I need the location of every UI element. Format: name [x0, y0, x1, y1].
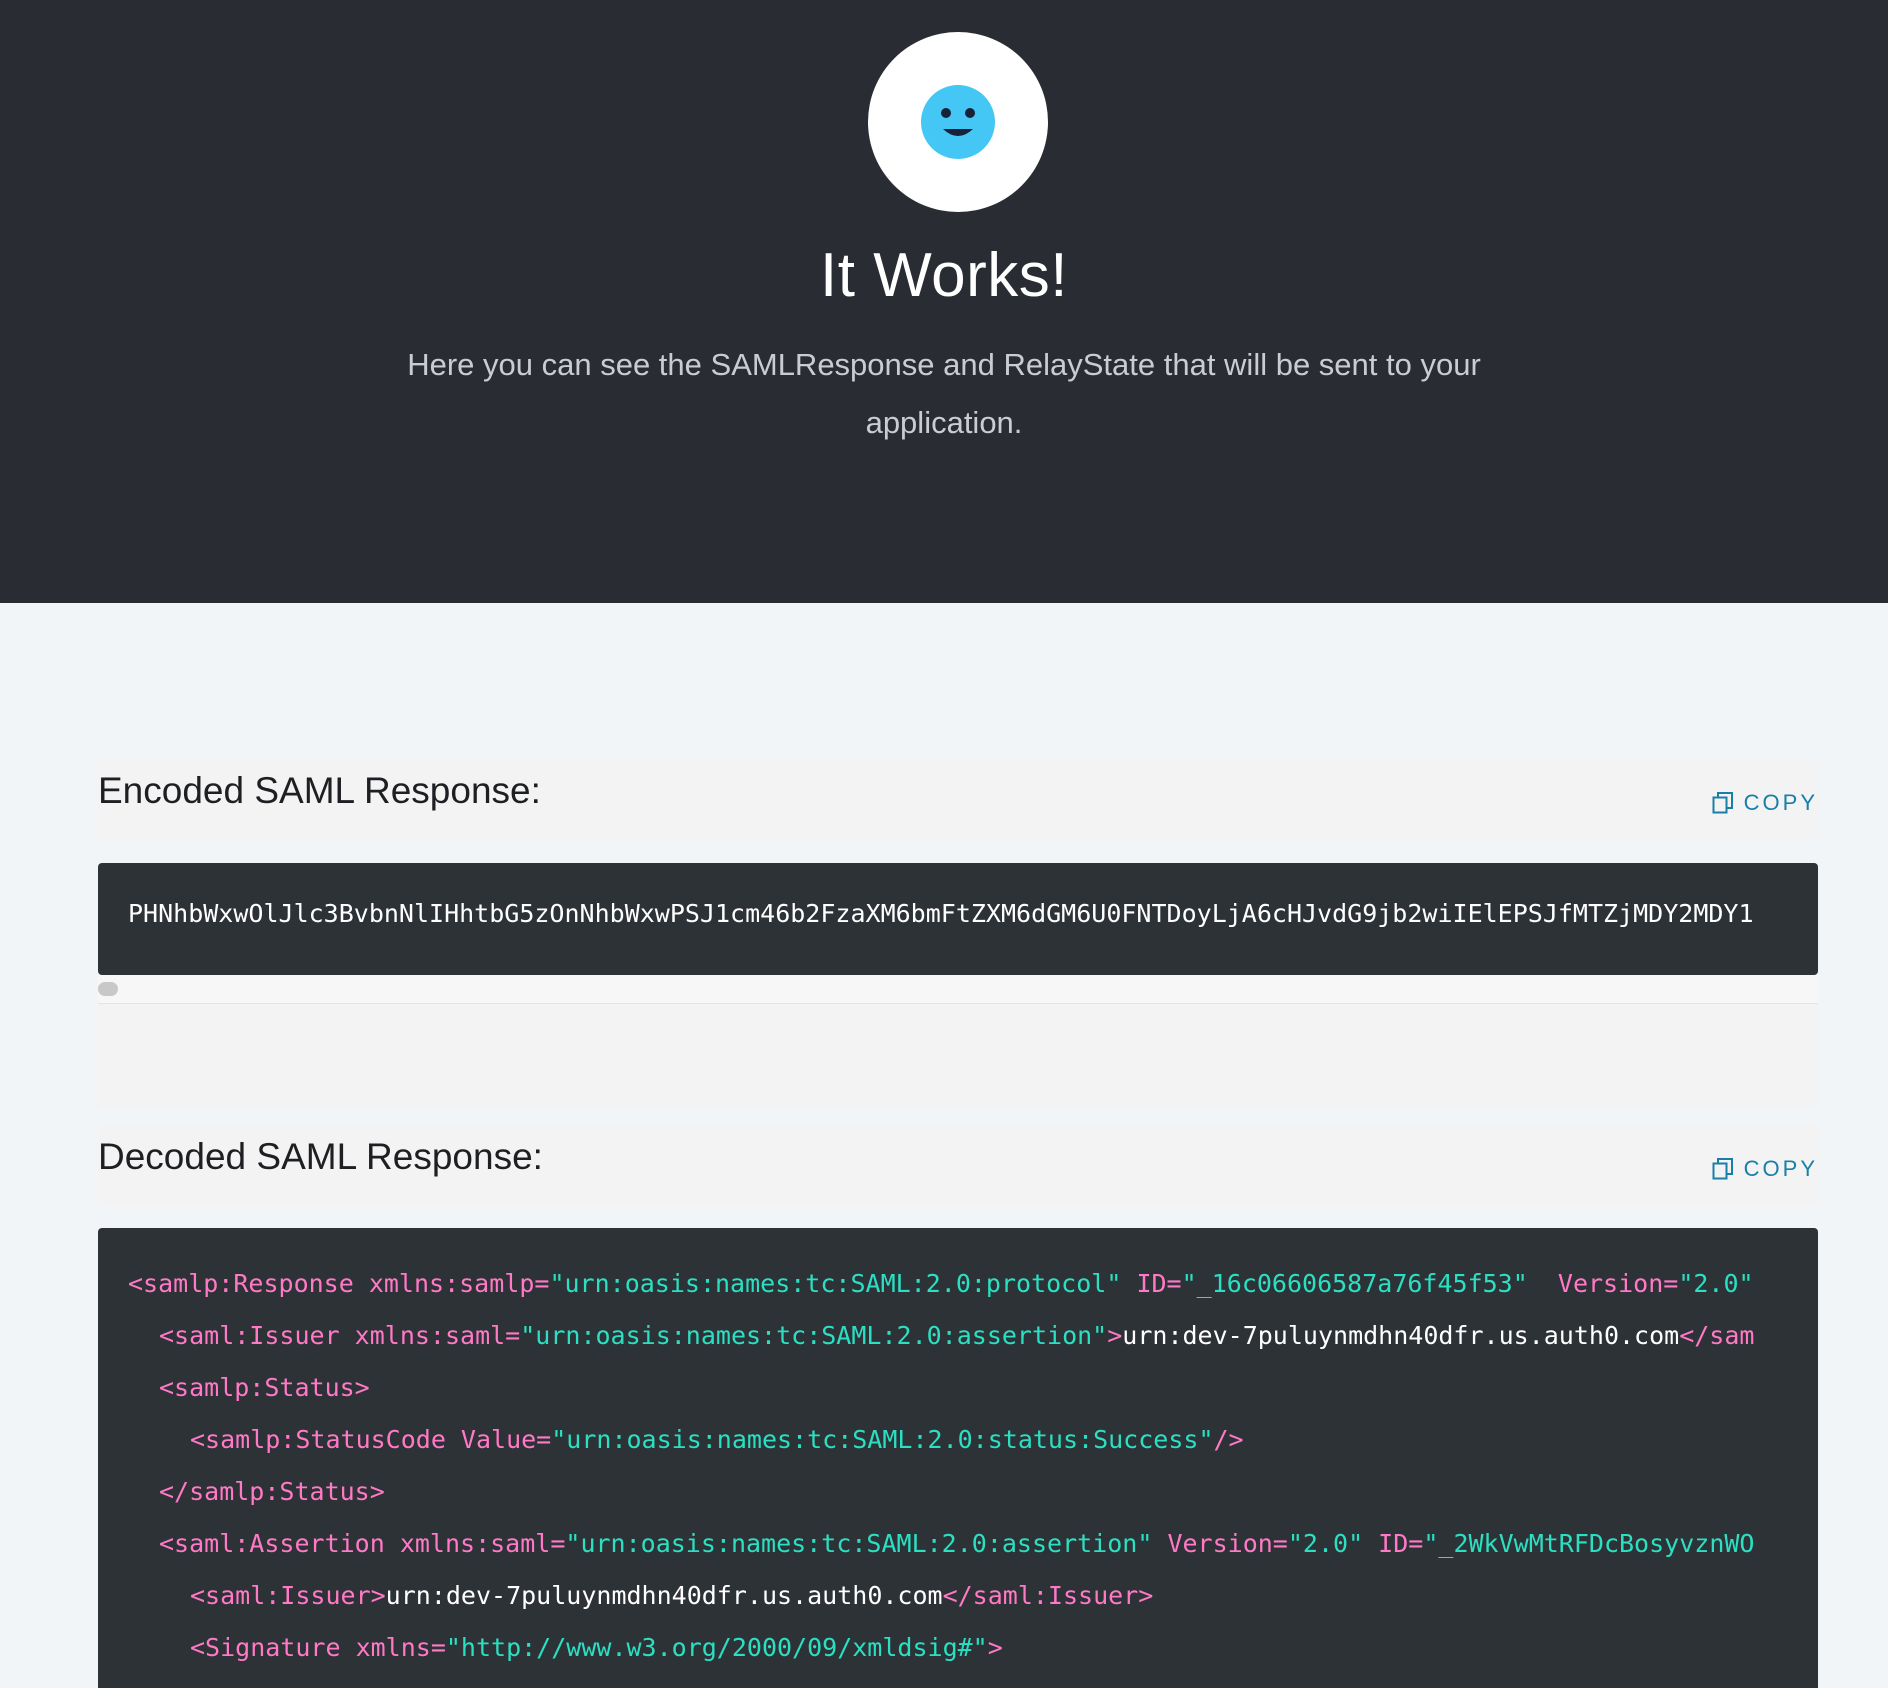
copy-encoded-label: COPY [1743, 790, 1818, 815]
xml-tag-token: <samlp:StatusCode Value= [190, 1425, 552, 1454]
xml-string-token: "urn:oasis:names:tc:SAML:2.0:assertion" [565, 1529, 1153, 1558]
xml-string-token: "urn:oasis:names:tc:SAML:2.0:status:Succ… [551, 1425, 1214, 1454]
xml-tag-token: <saml:Issuer> [190, 1581, 386, 1610]
xml-string-token: "urn:oasis:names:tc:SAML:2.0:protocol" [549, 1269, 1122, 1298]
encoded-section-title: Encoded SAML Response: [98, 770, 541, 811]
xml-string-token: "2.0" [1678, 1269, 1754, 1298]
xml-line: <samlp:Response xmlns:samlp="urn:oasis:n… [128, 1258, 1754, 1310]
encoded-section-header: Encoded SAML Response: COPY [98, 760, 1818, 840]
copy-decoded-label: COPY [1743, 1156, 1818, 1181]
xml-string-token: "2.0" [1287, 1529, 1364, 1558]
encoded-response-box[interactable]: PHNhbWxwOlJlc3BvbnNlIHhtbG5zOnNhbWxwPSJ1… [98, 863, 1818, 975]
copy-icon [1712, 1158, 1733, 1180]
xml-tag-token: <samlp:Response xmlns:samlp= [128, 1269, 550, 1298]
horizontal-scrollbar[interactable] [98, 975, 1818, 1004]
page-subtitle: Here you can see the SAMLResponse and Re… [407, 347, 1481, 440]
section-spacer [98, 1004, 1818, 1108]
xml-line: </samlp:Status> [159, 1466, 385, 1518]
xml-line: <samlp:StatusCode Value="urn:oasis:names… [190, 1414, 1244, 1466]
copy-decoded-button[interactable]: COPY [1712, 1156, 1818, 1182]
xml-tag-token: Version= [1527, 1269, 1679, 1298]
encoded-response-text: PHNhbWxwOlJlc3BvbnNlIHhtbG5zOnNhbWxwPSJ1… [128, 899, 1754, 928]
xml-string-token: "urn:oasis:names:tc:SAML:2.0:assertion" [520, 1321, 1108, 1350]
page-title: It Works! [820, 241, 1068, 310]
xml-text-token: urn:dev-7puluynmdhn40dfr.us.auth0.com [1122, 1321, 1680, 1350]
xml-line: <saml:Issuer>urn:dev-7puluynmdhn40dfr.us… [190, 1570, 1153, 1622]
decoded-response-box[interactable]: <samlp:Response xmlns:samlp="urn:oasis:n… [98, 1228, 1818, 1688]
xml-tag-token: > [1107, 1321, 1123, 1350]
xml-string-token: "_2WkVwMtRFDcBosyvznWO [1423, 1529, 1755, 1558]
xml-tag-token: ID= [1363, 1529, 1424, 1558]
avatar [868, 32, 1048, 212]
xml-tag-token: <saml:Issuer xmlns:saml= [159, 1321, 521, 1350]
copy-encoded-button[interactable]: COPY [1712, 790, 1818, 816]
xml-line: <samlp:Status> [159, 1362, 370, 1414]
xml-string-token: "http://www.w3.org/2000/09/xmldsig#" [445, 1633, 988, 1662]
xml-tag-token: </samlp:Status> [159, 1477, 385, 1506]
xml-tag-token: ID= [1121, 1269, 1182, 1298]
xml-text-token: urn:dev-7puluynmdhn40dfr.us.auth0.com [385, 1581, 943, 1610]
smiley-face-icon [921, 85, 995, 159]
xml-string-token: "_16c06606587a76f45f53" [1181, 1269, 1528, 1298]
xml-tag-token: <Signature xmlns= [190, 1633, 446, 1662]
copy-icon [1712, 792, 1733, 814]
xml-line: <Signature xmlns="http://www.w3.org/2000… [190, 1622, 1003, 1674]
xml-tag-token: <saml:Assertion xmlns:saml= [159, 1529, 566, 1558]
decoded-section-title: Decoded SAML Response: [98, 1136, 543, 1177]
xml-tag-token: <samlp:Status> [159, 1373, 370, 1402]
xml-tag-token: Version= [1152, 1529, 1288, 1558]
xml-tag-token: </sam [1679, 1321, 1755, 1350]
xml-tag-token: > [987, 1633, 1003, 1662]
scrollbar-thumb[interactable] [98, 982, 118, 996]
decoded-section-header: Decoded SAML Response: COPY [98, 1126, 1818, 1206]
xml-line: <saml:Assertion xmlns:saml="urn:oasis:na… [159, 1518, 1754, 1570]
xml-tag-token: </saml:Issuer> [942, 1581, 1154, 1610]
hero-banner: It Works! Here you can see the SAMLRespo… [0, 0, 1888, 603]
xml-tag-token: /> [1213, 1425, 1244, 1454]
xml-line: <saml:Issuer xmlns:saml="urn:oasis:names… [159, 1310, 1754, 1362]
